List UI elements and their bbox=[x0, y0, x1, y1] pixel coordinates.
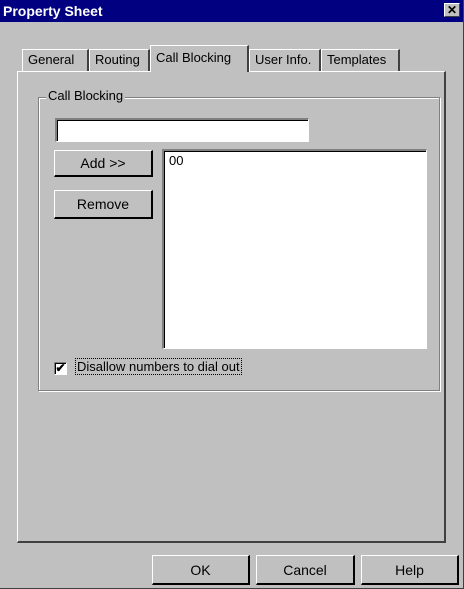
blocked-numbers-list[interactable]: 00 bbox=[162, 149, 427, 349]
window-title: Property Sheet bbox=[3, 3, 103, 19]
tab-routing-label: Routing bbox=[95, 52, 140, 67]
tab-call-blocking[interactable]: Call Blocking bbox=[150, 45, 249, 72]
disallow-checkbox[interactable]: ✔ bbox=[54, 362, 67, 375]
tab-call-blocking-label: Call Blocking bbox=[156, 50, 232, 65]
close-icon[interactable]: ✕ bbox=[444, 3, 460, 17]
tab-templates[interactable]: Templates bbox=[321, 49, 400, 71]
tab-general[interactable]: General bbox=[22, 49, 89, 71]
ok-button[interactable]: OK bbox=[152, 555, 250, 585]
tab-general-label: General bbox=[28, 52, 75, 67]
number-input[interactable] bbox=[55, 118, 309, 142]
tab-routing[interactable]: Routing bbox=[89, 49, 150, 71]
title-bar: Property Sheet ✕ bbox=[0, 0, 463, 22]
tab-user-info[interactable]: User Info. bbox=[249, 49, 321, 71]
property-sheet-window: Property Sheet ✕ General Routing Call Bl… bbox=[0, 0, 464, 589]
disallow-checkbox-label[interactable]: Disallow numbers to dial out bbox=[75, 358, 242, 375]
help-button[interactable]: Help bbox=[361, 555, 459, 585]
remove-button[interactable]: Remove bbox=[54, 190, 153, 219]
add-button[interactable]: Add >> bbox=[54, 150, 153, 177]
call-blocking-group-label: Call Blocking bbox=[46, 88, 126, 103]
list-item[interactable]: 00 bbox=[169, 153, 183, 168]
cancel-button[interactable]: Cancel bbox=[256, 555, 355, 585]
tab-user-info-label: User Info. bbox=[255, 52, 312, 67]
tab-templates-label: Templates bbox=[327, 52, 387, 67]
